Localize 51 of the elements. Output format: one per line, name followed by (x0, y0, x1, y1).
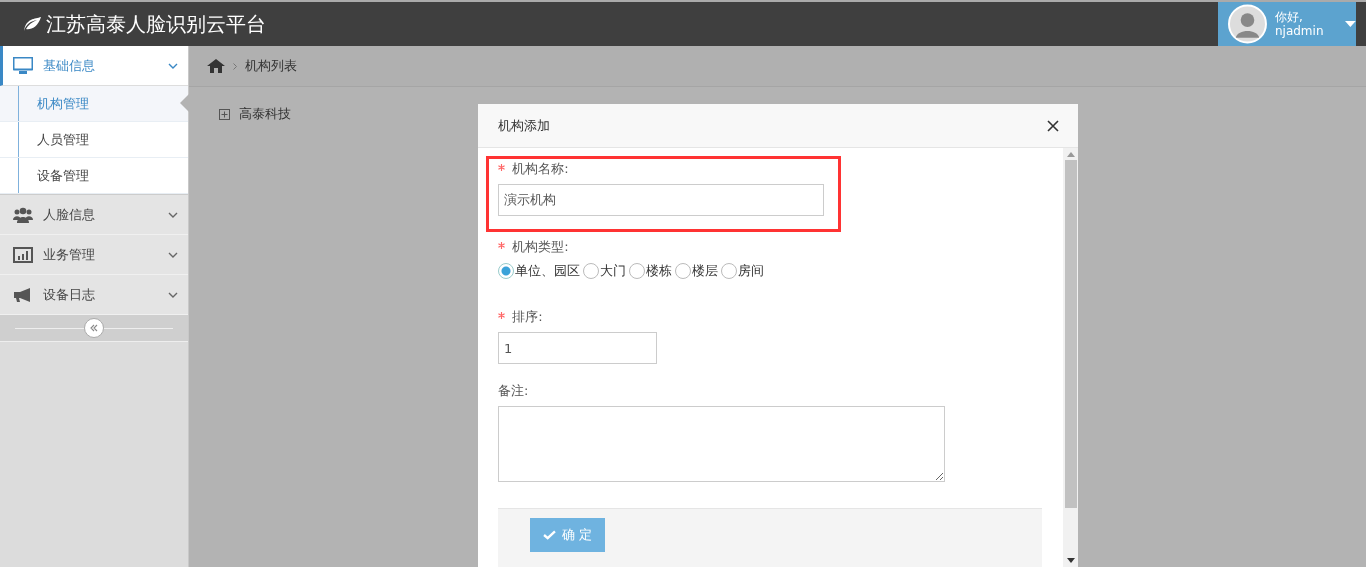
collapse-button[interactable] (84, 318, 104, 338)
username: njadmin (1274, 24, 1325, 38)
breadcrumb-item[interactable]: 机构列表 (245, 57, 297, 75)
chevron-icon (168, 62, 178, 69)
home-icon[interactable] (207, 59, 225, 73)
menu-item[interactable]: 人脸信息 (0, 195, 188, 235)
field-label: 机构类型: (512, 239, 569, 254)
field-label: 机构名称: (512, 161, 569, 176)
bar-chart-icon (13, 246, 33, 263)
chevron-right-icon (233, 62, 237, 70)
megaphone-icon (13, 286, 33, 303)
chevron-icon (168, 251, 178, 258)
menu-item[interactable]: 业务管理 (0, 235, 188, 275)
input-field[interactable]: 演示机构 (498, 184, 824, 216)
radio-button[interactable] (629, 263, 645, 279)
leaf-icon (22, 16, 42, 32)
radio-label[interactable]: 楼层 (692, 262, 718, 280)
scroll-down-icon[interactable] (1066, 558, 1075, 563)
radio-button[interactable] (675, 263, 691, 279)
input-field[interactable]: 1 (498, 332, 657, 364)
chevron-icon (168, 291, 178, 298)
radio-label[interactable]: 单位、园区 (515, 262, 580, 280)
menu-item[interactable]: 设备日志 (0, 275, 188, 315)
field-label: 备注: (498, 383, 529, 398)
avatar-icon (1228, 4, 1267, 44)
check-icon (542, 530, 556, 540)
submenu-item[interactable]: 人员管理 (0, 122, 188, 158)
close-button[interactable] (1045, 117, 1061, 134)
monitor-icon (13, 57, 33, 74)
dialog-title: 机构添加 (498, 116, 550, 135)
radio-label[interactable]: 房间 (738, 262, 764, 280)
scrollbar[interactable] (1063, 148, 1078, 567)
submenu-item[interactable]: 设备管理 (0, 158, 188, 194)
submenu-item[interactable]: 机构管理 (0, 86, 188, 122)
expand-icon[interactable] (219, 108, 230, 120)
app-title: 江苏高泰人脸识别云平台 (46, 10, 266, 38)
radio-button[interactable] (583, 263, 599, 279)
radio-label[interactable]: 大门 (600, 262, 626, 280)
field-label: 排序: (512, 309, 543, 324)
users-icon (13, 206, 33, 223)
menu-item[interactable]: 基础信息 (0, 46, 188, 86)
radio-button[interactable] (498, 263, 514, 279)
greeting: 你好, (1274, 10, 1304, 24)
tree-node[interactable]: 高泰科技 (239, 105, 291, 123)
chevron-icon (168, 211, 178, 218)
caret-icon (1345, 21, 1356, 27)
radio-label[interactable]: 楼栋 (646, 262, 672, 280)
radio-button[interactable] (721, 263, 737, 279)
text-area[interactable] (498, 406, 945, 482)
scroll-up-icon[interactable] (1066, 152, 1075, 157)
double-chevron-icon (90, 324, 98, 332)
